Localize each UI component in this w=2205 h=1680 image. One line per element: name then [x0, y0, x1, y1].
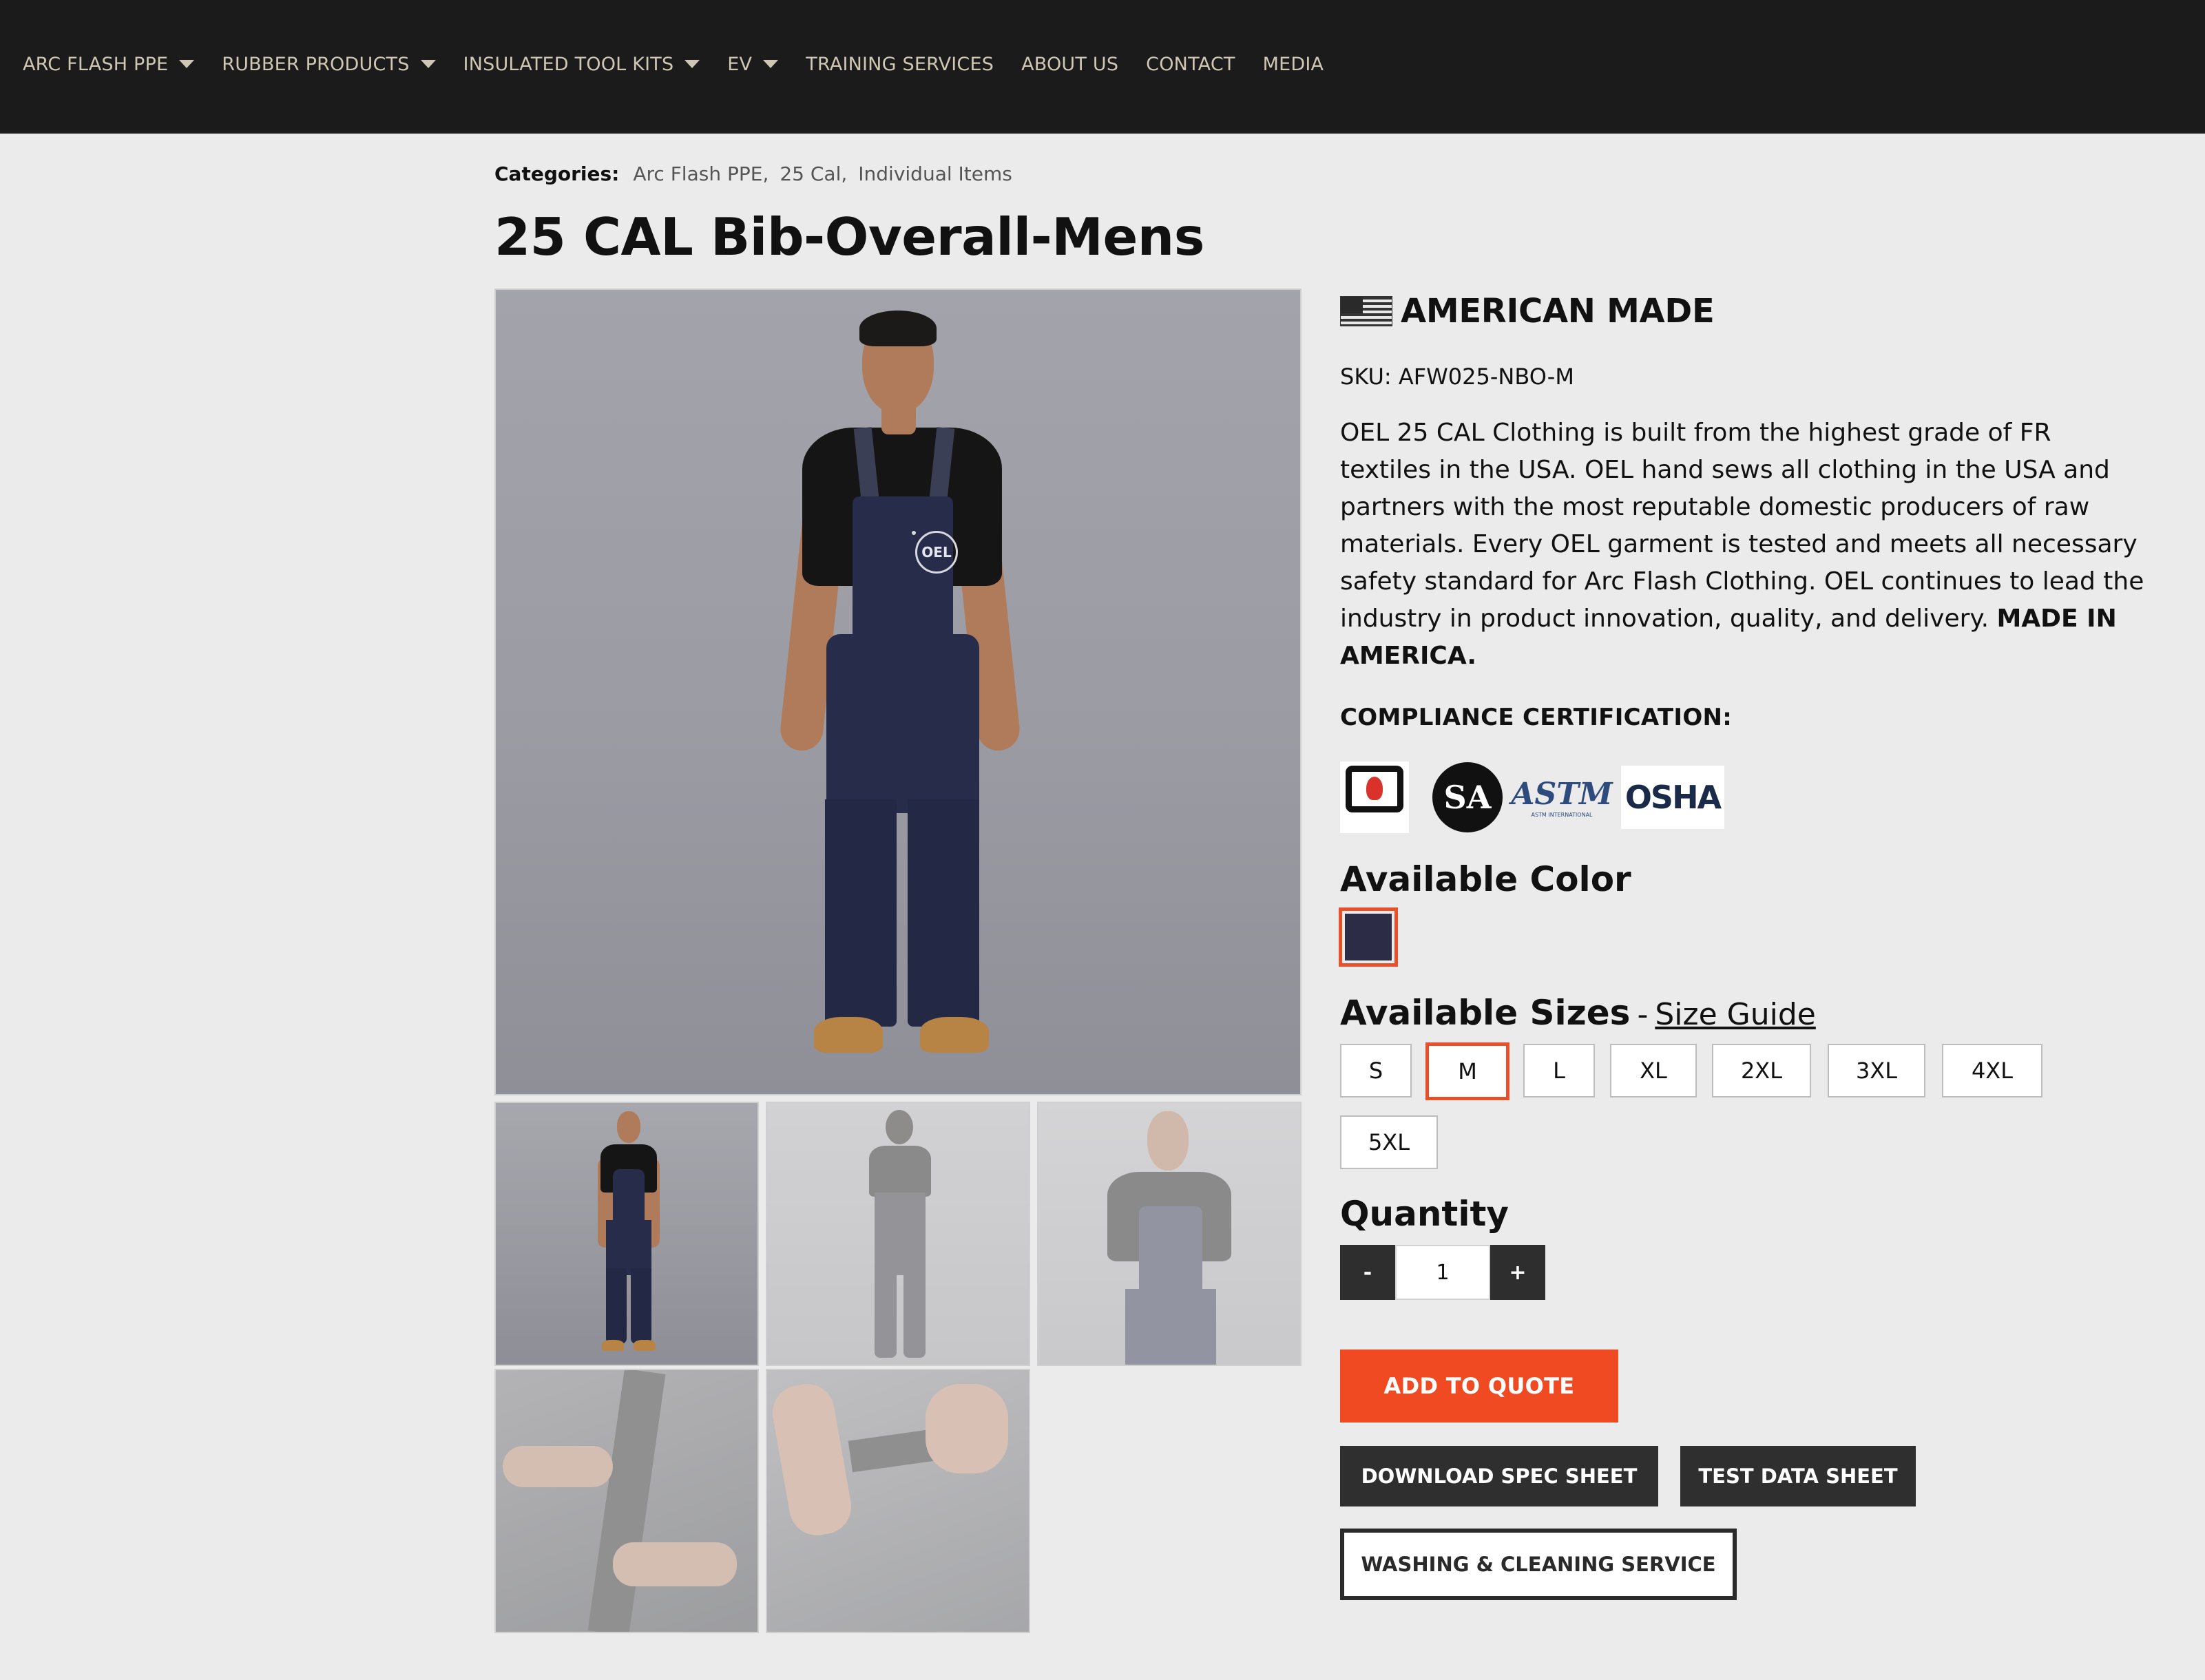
quantity-input[interactable] — [1395, 1245, 1490, 1300]
oel-logo: OEL — [915, 531, 958, 574]
nav-item-arc-flash-ppe[interactable]: ARC FLASH PPE — [23, 53, 195, 75]
breadcrumb: Categories: Arc Flash PPE, 25 Cal, Indiv… — [494, 162, 1023, 185]
product-description: OEL 25 CAL Clothing is built from the hi… — [1340, 414, 2149, 675]
nav-item-media[interactable]: MEDIA — [1263, 54, 1324, 75]
osha-logo-icon: OSHA — [1621, 766, 1724, 829]
thumbnail-figure — [1038, 1103, 1300, 1365]
osha-logo-text: OSHA — [1624, 779, 1722, 816]
chevron-down-icon — [179, 60, 195, 68]
category-link-individual-items[interactable]: Individual Items — [858, 162, 1012, 185]
description-text: OEL 25 CAL Clothing is built from the hi… — [1340, 419, 2144, 633]
quantity-decrement-button[interactable]: - — [1340, 1245, 1395, 1300]
size-option-xl[interactable]: XL — [1610, 1044, 1697, 1098]
hand-shape — [926, 1384, 1008, 1473]
available-sizes-heading: Available Sizes - Size Guide — [1340, 993, 1816, 1033]
nav-item-label: EV — [727, 53, 753, 75]
strap-shape — [587, 1370, 666, 1632]
compliance-heading: COMPLIANCE CERTIFICATION: — [1340, 704, 1733, 731]
product-sku: SKU: AFW025-NBO-M — [1340, 364, 1574, 390]
nav-item-rubber-products[interactable]: RUBBER PRODUCTS — [222, 53, 436, 75]
american-made-badge: AMERICAN MADE — [1340, 292, 1715, 330]
certification-logos: SA ASTM ASTM INTERNATIONAL OSHA — [1340, 762, 1748, 833]
page-title: 25 CAL Bib-Overall-Mens — [494, 207, 1204, 267]
hand-shape — [503, 1446, 613, 1487]
color-swatch-navy[interactable] — [1339, 907, 1398, 967]
test-data-sheet-button[interactable]: TEST DATA SHEET — [1680, 1446, 1916, 1506]
nav-item-ev[interactable]: EV — [727, 53, 779, 75]
swatch-fill — [1345, 914, 1392, 960]
available-color-heading: Available Color — [1340, 859, 1631, 899]
size-option-5xl[interactable]: 5XL — [1340, 1115, 1438, 1169]
thumbnail-strap-buckle-detail[interactable] — [494, 1369, 759, 1633]
strap-shape — [848, 1423, 976, 1473]
csa-logo-icon: SA — [1432, 762, 1503, 832]
nav-item-about-us[interactable]: ABOUT US — [1021, 54, 1118, 75]
nav-item-label: ABOUT US — [1021, 53, 1119, 75]
main-product-image[interactable]: OEL — [494, 288, 1302, 1095]
nfpa-logo-icon — [1340, 762, 1409, 833]
nav-item-label: CONTACT — [1146, 53, 1235, 75]
download-spec-sheet-button[interactable]: DOWNLOAD SPEC SHEET — [1340, 1446, 1658, 1506]
top-navigation-bar: ARC FLASH PPE RUBBER PRODUCTS INSULATED … — [0, 0, 2205, 134]
thumbnail-back-view[interactable] — [766, 1102, 1030, 1366]
category-link-arc-flash-ppe[interactable]: Arc Flash PPE, — [633, 162, 769, 185]
hand-shape — [613, 1542, 737, 1586]
size-option-s[interactable]: S — [1340, 1044, 1412, 1098]
washing-cleaning-service-button[interactable]: WASHING & CLEANING SERVICE — [1340, 1529, 1737, 1600]
nav-item-contact[interactable]: CONTACT — [1146, 54, 1235, 75]
nav-item-label: INSULATED TOOL KITS — [463, 53, 674, 75]
quantity-increment-button[interactable]: + — [1490, 1245, 1545, 1300]
category-link-25-cal[interactable]: 25 Cal, — [780, 162, 847, 185]
size-option-m[interactable]: M — [1425, 1042, 1509, 1100]
nav-menu: ARC FLASH PPE RUBBER PRODUCTS INSULATED … — [23, 51, 1351, 77]
astm-logo-icon: ASTM ASTM INTERNATIONAL — [1511, 762, 1612, 833]
size-guide-link[interactable]: Size Guide — [1655, 997, 1816, 1032]
thumbnail-figure — [767, 1103, 1029, 1365]
sizes-heading-separator: - — [1637, 997, 1649, 1032]
astm-logo-subtext: ASTM INTERNATIONAL — [1531, 812, 1593, 818]
nav-item-label: RUBBER PRODUCTS — [222, 53, 410, 75]
nav-item-label: MEDIA — [1262, 53, 1324, 75]
thumbnail-figure — [496, 1103, 757, 1365]
chevron-down-icon — [420, 60, 436, 68]
csa-logo-text: SA — [1443, 779, 1492, 816]
size-option-l[interactable]: L — [1523, 1044, 1595, 1098]
add-to-quote-button[interactable]: ADD TO QUOTE — [1340, 1350, 1618, 1422]
chevron-down-icon — [685, 60, 700, 68]
thumbnail-front-closeup[interactable] — [1037, 1102, 1302, 1366]
thumbnail-front-full[interactable] — [494, 1102, 759, 1366]
categories-label: Categories: — [494, 162, 620, 185]
size-option-3xl[interactable]: 3XL — [1828, 1044, 1925, 1098]
quantity-heading: Quantity — [1340, 1194, 1509, 1234]
chevron-down-icon — [763, 60, 779, 68]
thumbnail-pocket-detail[interactable] — [766, 1369, 1030, 1633]
model-figure — [496, 290, 1300, 1094]
nav-item-insulated-tool-kits[interactable]: INSULATED TOOL KITS — [463, 54, 700, 75]
us-flag-icon — [1340, 296, 1392, 326]
nav-item-training-services[interactable]: TRAINING SERVICES — [806, 54, 994, 75]
sizes-heading-text: Available Sizes — [1340, 993, 1631, 1033]
hand-shape — [768, 1379, 856, 1540]
american-made-label: AMERICAN MADE — [1401, 292, 1715, 330]
size-option-4xl[interactable]: 4XL — [1942, 1044, 2042, 1098]
astm-logo-text: ASTM — [1511, 777, 1613, 812]
size-option-2xl[interactable]: 2XL — [1712, 1044, 1811, 1098]
nav-item-label: ARC FLASH PPE — [23, 53, 169, 75]
nav-item-label: TRAINING SERVICES — [806, 53, 994, 75]
